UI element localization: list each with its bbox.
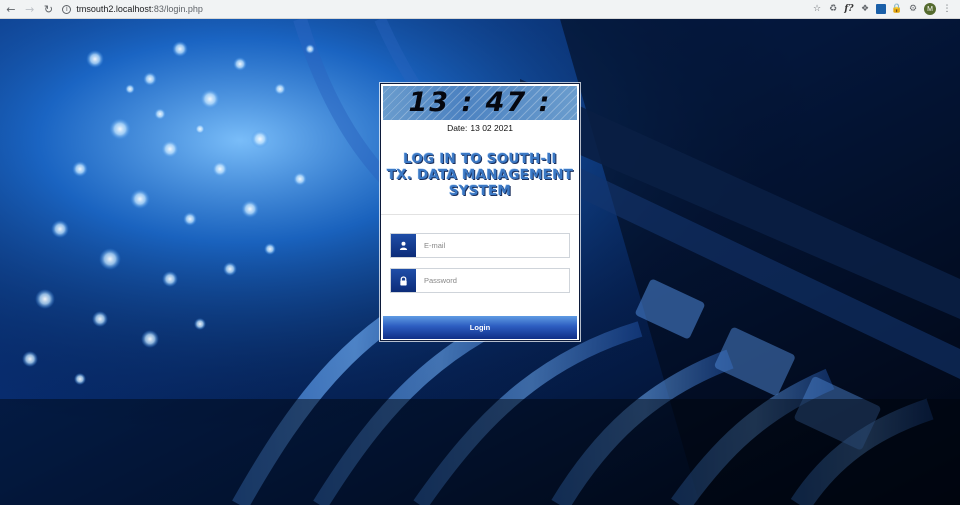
fx-icon[interactable]: f? [844, 4, 854, 14]
lock-icon [391, 269, 416, 292]
browser-toolbar: ← → ↻ i tmsouth2.localhost:83/login.php … [0, 0, 960, 19]
title-line: TX. DATA MANAGEMENT [386, 167, 574, 183]
email-input[interactable] [416, 234, 569, 257]
extensions-area: ☆ ♻ f? ❖ 🔒 ⚙ M ⋮ [812, 3, 960, 15]
info-icon[interactable]: i [62, 4, 72, 14]
date-line: Date: 13 02 2021 [381, 123, 579, 133]
reload-icon[interactable]: ↻ [41, 1, 57, 17]
recycle-icon[interactable]: ♻ [828, 4, 838, 14]
email-field [390, 233, 570, 258]
password-field [390, 268, 570, 293]
date-value: 13 02 2021 [470, 123, 513, 133]
address-bar[interactable]: i tmsouth2.localhost:83/login.php [62, 2, 812, 17]
digital-clock: 13 : 47 : 29 [383, 86, 577, 120]
page-viewport: 13 : 47 : 29 Date:13 02 2021 LOG IN TO S… [0, 19, 960, 505]
menu-icon[interactable]: ⋮ [942, 4, 952, 14]
password-input[interactable] [416, 269, 569, 292]
avatar[interactable]: M [924, 3, 936, 15]
title-line: LOG IN TO SOUTH-II [403, 151, 557, 167]
forward-icon[interactable]: → [22, 1, 38, 17]
lock-ext-icon[interactable]: 🔒 [891, 4, 902, 14]
date-label: Date: [447, 123, 468, 133]
page-title: LOG IN TO SOUTH-II TX. DATA MANAGEMENT S… [381, 151, 579, 199]
url-path: :83/login.php [151, 4, 203, 14]
extension-icon[interactable] [876, 4, 886, 14]
puzzle-icon[interactable]: ⚙ [908, 4, 918, 14]
divider [381, 214, 579, 215]
user-icon [391, 234, 416, 257]
bookmark-star-icon[interactable]: ☆ [812, 4, 822, 14]
login-button[interactable]: Login [383, 316, 577, 339]
title-line: SYSTEM [448, 183, 512, 199]
url-host: tmsouth2.localhost [76, 4, 152, 14]
back-icon[interactable]: ← [3, 1, 19, 17]
extension-icon[interactable]: ❖ [860, 4, 870, 14]
clock-time: 13 : 47 : 29 [408, 87, 552, 120]
login-panel: 13 : 47 : 29 Date:13 02 2021 LOG IN TO S… [380, 83, 580, 341]
